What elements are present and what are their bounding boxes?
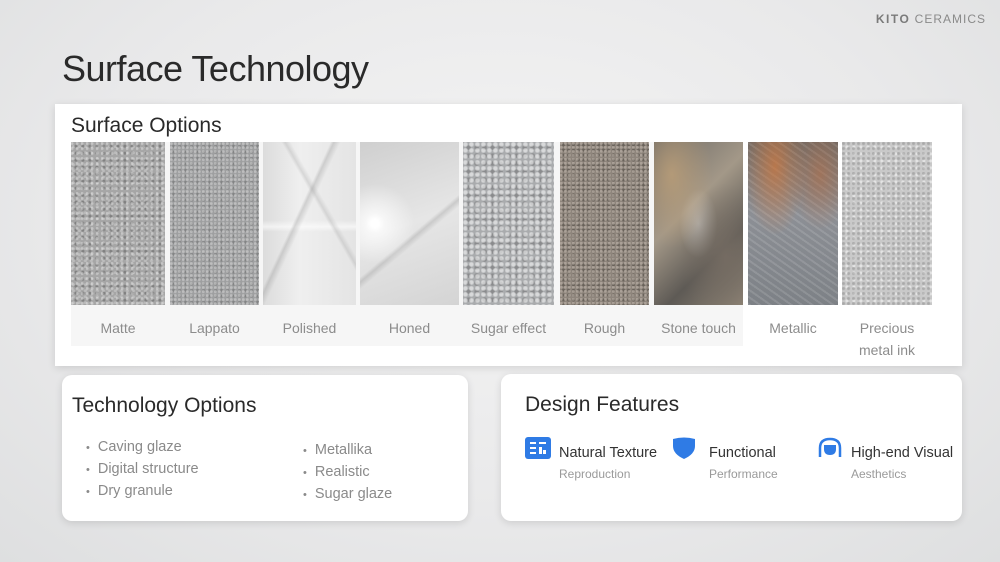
tile-label: Sugar effect xyxy=(470,320,547,336)
tile-label: Stone touch xyxy=(661,320,736,336)
tile-sugar-effect[interactable]: Sugar effect xyxy=(463,142,554,339)
feature-subtitle: Aesthetics xyxy=(851,467,907,481)
list-item: Realistic xyxy=(303,462,392,484)
tile-label: Polished xyxy=(282,320,337,336)
technology-options-panel: Technology Options Caving glaze Digital … xyxy=(62,375,468,521)
swatch-sugar-effect xyxy=(463,142,554,305)
design-features-panel: Design Features Natural Texture Reproduc… xyxy=(501,374,962,521)
surface-options-title: Surface Options xyxy=(71,114,222,137)
tile-rough[interactable]: Rough xyxy=(560,142,649,339)
tile-label: Matte xyxy=(100,320,136,336)
tile-label: Rough xyxy=(583,320,626,336)
swatch-honed xyxy=(360,142,459,305)
swatch-matte xyxy=(71,142,165,305)
swatch-rough xyxy=(560,142,649,305)
tile-precious-metal-ink[interactable]: Precious metal ink xyxy=(842,142,932,361)
tile-honed[interactable]: Honed xyxy=(360,142,459,339)
tile-matte[interactable]: Matte xyxy=(71,142,165,339)
list-item: Digital structure xyxy=(86,459,199,481)
tile-lappato[interactable]: Lappato xyxy=(170,142,259,339)
tile-label: Honed xyxy=(388,320,431,336)
list-item: Metallika xyxy=(303,440,392,462)
list-item: Dry granule xyxy=(86,481,199,503)
tile-label: Precious metal ink xyxy=(858,320,916,358)
surface-options-panel: Surface Options Matte Lappato Polished H… xyxy=(55,104,962,366)
brand-logo: KITO CERAMICS xyxy=(876,12,986,26)
swatch-precious-metal-ink xyxy=(842,142,932,305)
swatch-metallic xyxy=(748,142,838,305)
list-item: Caving glaze xyxy=(86,437,199,459)
technology-options-title: Technology Options xyxy=(72,394,257,417)
tile-label: Metallic xyxy=(769,320,817,336)
tile-stone-touch[interactable]: Stone touch xyxy=(654,142,743,339)
tile-label: Lappato xyxy=(189,320,240,336)
gem-icon xyxy=(818,437,842,457)
feature-subtitle: Performance xyxy=(709,467,778,481)
page-title: Surface Technology xyxy=(62,48,369,89)
technology-list-right: Metallika Realistic Sugar glaze xyxy=(303,440,392,506)
feature-subtitle: Reproduction xyxy=(559,467,631,481)
surface-tiles: Matte Lappato Polished Honed Sugar effec… xyxy=(71,142,945,358)
swatch-polished xyxy=(263,142,356,305)
feature-title: High-end Visual xyxy=(851,445,954,461)
design-features-title: Design Features xyxy=(525,393,680,416)
feature-title: Functional xyxy=(709,445,776,461)
swatch-stone-touch xyxy=(654,142,743,305)
brand-logo-rest: CERAMICS xyxy=(914,12,986,26)
swatch-lappato xyxy=(170,142,259,305)
list-item: Sugar glaze xyxy=(303,484,392,506)
tile-metallic[interactable]: Metallic xyxy=(748,142,838,339)
brand-logo-bold: KITO xyxy=(875,12,911,26)
texture-grid-icon xyxy=(525,437,551,459)
tile-polished[interactable]: Polished xyxy=(263,142,356,339)
shield-icon xyxy=(673,437,695,459)
feature-title: Natural Texture xyxy=(559,445,658,461)
technology-list-left: Caving glaze Digital structure Dry granu… xyxy=(86,437,199,503)
